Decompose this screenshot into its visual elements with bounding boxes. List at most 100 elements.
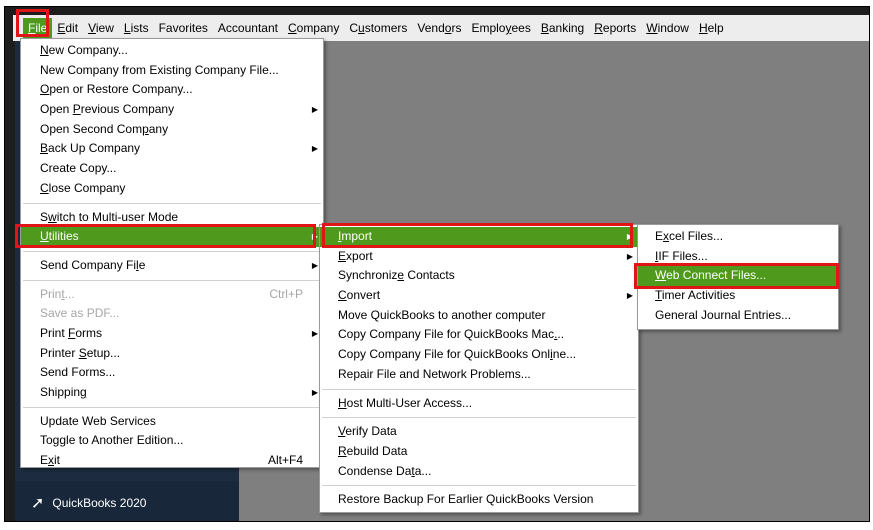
sidebar-footer-label: QuickBooks 2020: [52, 496, 147, 510]
menu-reports[interactable]: Reports: [589, 18, 641, 38]
menu-item-label: Send Forms...: [40, 365, 116, 380]
utilities-menu-item-condense-data[interactable]: Condense Data...: [320, 462, 638, 482]
menu-item-label: Send Company File: [40, 257, 146, 272]
menu-item-label: Open or Restore Company...: [40, 82, 193, 97]
menu-favorites[interactable]: Favorites: [154, 18, 213, 38]
menu-item-label: Utilities: [40, 229, 79, 244]
file-menu-item-open-second-company[interactable]: Open Second Company: [21, 120, 323, 140]
quickbooks-arrow-icon: ➚: [31, 495, 45, 512]
menu-item-label: Export: [338, 248, 373, 263]
menu-edit[interactable]: Edit: [52, 18, 83, 38]
menu-item-label: Shipping: [40, 385, 87, 399]
menu-item-label: Close Company: [40, 180, 126, 195]
menu-item-label: Host Multi-User Access...: [338, 395, 473, 410]
menu-item-label: Create Copy...: [40, 161, 117, 176]
menu-item-label: Rebuild Data: [338, 443, 408, 458]
file-menu-item-toggle-to-another-edition[interactable]: Toggle to Another Edition...: [21, 431, 323, 451]
menu-item-label: Synchronize Contacts: [338, 268, 455, 283]
menu-item-label: Print Forms: [40, 325, 103, 340]
file-menu-item-utilities[interactable]: Utilities ▶: [21, 227, 323, 247]
menu-accountant[interactable]: Accountant: [213, 18, 283, 38]
menu-banking[interactable]: Banking: [536, 18, 589, 38]
menu-help[interactable]: Help: [694, 18, 729, 38]
submenu-arrow-icon: ▶: [311, 105, 318, 115]
submenu-arrow-icon: ▶: [311, 260, 318, 270]
menu-customers[interactable]: Customers: [344, 18, 412, 38]
submenu-arrow-icon: ▶: [626, 291, 633, 301]
menu-separator: [23, 406, 321, 408]
file-menu-item-exit[interactable]: Exit Alt+F4: [21, 451, 323, 471]
menu-item-label: IIF Files...: [655, 248, 708, 263]
menu-item-label: Update Web Services: [40, 413, 156, 428]
file-menu-item-printer-setup[interactable]: Printer Setup...: [21, 344, 323, 364]
menu-item-label: Toggle to Another Edition...: [40, 433, 184, 448]
menu-item-label: New Company from Existing Company File..…: [40, 62, 279, 77]
menu-item-label: Exit: [40, 453, 61, 468]
menu-company[interactable]: Company: [283, 18, 344, 38]
submenu-arrow-icon: ▶: [626, 232, 633, 241]
menu-item-label: Open Previous Company: [40, 102, 175, 117]
menu-employees[interactable]: Employees: [466, 18, 535, 38]
submenu-arrow-icon: ▶: [626, 251, 633, 261]
menu-item-label: New Company...: [40, 43, 128, 57]
menu-separator: [322, 485, 636, 487]
submenu-arrow-icon: ▶: [311, 388, 318, 397]
import-menu-item-excel-files[interactable]: Excel Files...: [638, 227, 838, 247]
file-menu-item-save-as-pdf[interactable]: Save as PDF...: [21, 304, 323, 324]
file-menu-item-create-copy[interactable]: Create Copy...: [21, 159, 323, 179]
utilities-menu-item-convert[interactable]: Convert ▶: [320, 286, 638, 306]
menu-separator: [23, 279, 321, 281]
utilities-menu-item-export[interactable]: Export ▶: [320, 247, 638, 267]
menu-item-label: Condense Data...: [338, 463, 432, 478]
file-menu-item-close-company[interactable]: Close Company: [21, 179, 323, 199]
menu-item-label: Back Up Company: [40, 141, 141, 156]
menu-file[interactable]: File: [23, 18, 53, 38]
import-menu-item-web-connect-files[interactable]: Web Connect Files...: [638, 266, 838, 287]
menu-item-label: Timer Activities: [655, 288, 736, 303]
utilities-menu-item-copy-company-file-for-quickbooks-online[interactable]: Copy Company File for QuickBooks Online.…: [320, 345, 638, 365]
menu-item-label: Import: [338, 229, 373, 243]
file-menu-item-open-previous-company[interactable]: Open Previous Company ▶: [21, 100, 323, 120]
menu-item-label: Save as PDF...: [40, 306, 120, 321]
import-menu-item-general-journal-entries[interactable]: General Journal Entries...: [638, 306, 838, 326]
file-menu-item-print-forms[interactable]: Print Forms ▶: [21, 324, 323, 344]
menu-lists[interactable]: Lists: [119, 18, 154, 38]
menu-item-label: Repair File and Network Problems...: [338, 366, 531, 381]
submenu-arrow-icon: ▶: [311, 144, 318, 154]
file-menu-item-send-forms[interactable]: Send Forms...: [21, 363, 323, 383]
file-menu-item-back-up-company[interactable]: Back Up Company ▶: [21, 139, 323, 159]
utilities-menu-item-repair-file-and-network-problems[interactable]: Repair File and Network Problems...: [320, 365, 638, 385]
menu-item-label: Copy Company File for QuickBooks Mac...: [338, 327, 565, 342]
file-menu-item-print[interactable]: Print... Ctrl+P: [21, 285, 323, 305]
menu-item-label: Printer Setup...: [40, 345, 121, 360]
menu-item-shortcut: Alt+F4: [267, 453, 303, 468]
file-menu-item-send-company-file[interactable]: Send Company File ▶: [21, 256, 323, 276]
utilities-menu-item-rebuild-data[interactable]: Rebuild Data: [320, 442, 638, 462]
file-menu-item-new-company-from-existing-company-file[interactable]: New Company from Existing Company File..…: [21, 61, 323, 81]
menu-window[interactable]: Window: [641, 18, 694, 38]
file-menu: New Company... New Company from Existing …: [20, 38, 324, 468]
file-menu-item-update-web-services[interactable]: Update Web Services: [21, 412, 323, 432]
menu-view[interactable]: View: [83, 18, 119, 38]
file-menu-item-new-company[interactable]: New Company...: [21, 41, 323, 61]
menu-separator: [23, 250, 321, 252]
file-menu-item-open-or-restore-company[interactable]: Open or Restore Company...: [21, 80, 323, 100]
utilities-menu-item-copy-company-file-for-quickbooks-mac[interactable]: Copy Company File for QuickBooks Mac...: [320, 325, 638, 345]
utilities-menu-item-synchronize-contacts[interactable]: Synchronize Contacts: [320, 266, 638, 286]
menu-separator: [322, 388, 636, 390]
utilities-menu-item-move-quickbooks-to-another-computer[interactable]: Move QuickBooks to another computer: [320, 306, 638, 326]
utilities-menu-item-host-multi-user-access[interactable]: Host Multi-User Access...: [320, 394, 638, 414]
utilities-menu-item-restore-backup-for-earlier-quickbooks-version[interactable]: Restore Backup For Earlier QuickBooks Ve…: [320, 490, 638, 510]
menu-item-label: Restore Backup For Earlier QuickBooks Ve…: [338, 492, 594, 507]
sidebar-footer[interactable]: ➚ QuickBooks 2020: [15, 481, 239, 521]
file-menu-item-shipping[interactable]: Shipping ▶: [21, 383, 323, 403]
import-menu-item-iif-files[interactable]: IIF Files...: [638, 247, 838, 267]
import-menu-item-timer-activities[interactable]: Timer Activities: [638, 286, 838, 306]
menu-item-label: Convert: [338, 288, 381, 303]
utilities-menu-item-verify-data[interactable]: Verify Data: [320, 422, 638, 442]
menu-vendors[interactable]: Vendors: [412, 18, 466, 38]
utilities-menu-item-import[interactable]: Import ▶: [320, 227, 638, 247]
utilities-submenu: Import ▶ Export ▶ Synchronize Contacts Conver…: [319, 224, 639, 513]
file-menu-item-switch-to-multi-user-mode[interactable]: Switch to Multi-user Mode: [21, 208, 323, 228]
menu-item-label: Excel Files...: [655, 229, 724, 243]
